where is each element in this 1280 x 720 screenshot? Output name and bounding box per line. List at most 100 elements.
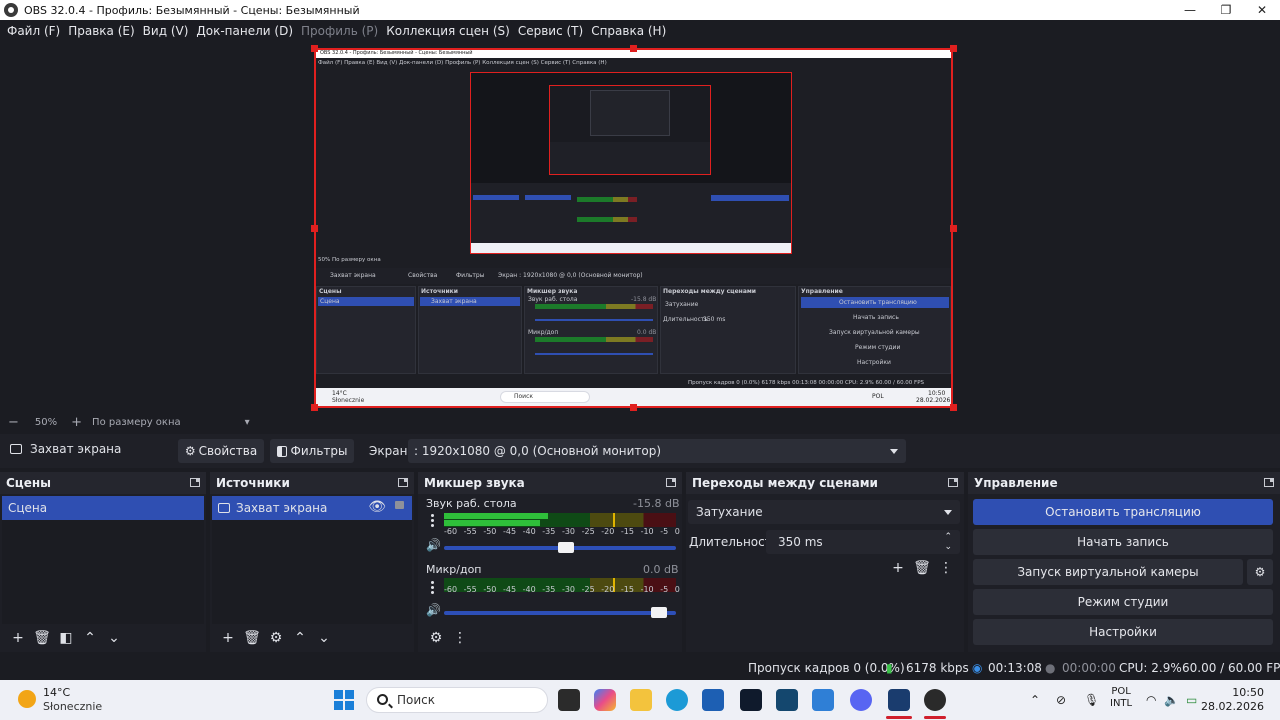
microphone-icon[interactable]: 🎙 — [1084, 693, 1099, 707]
dropbox-icon[interactable] — [740, 689, 762, 711]
undock-icon[interactable] — [398, 478, 408, 487]
zoom-out-button[interactable]: − — [8, 415, 19, 430]
duration-field[interactable]: 350 ms ⌃ ⌄ — [766, 530, 960, 554]
filters-button[interactable]: Фильтры — [270, 439, 354, 463]
channel-2-menu-icon[interactable] — [431, 581, 435, 594]
battery-icon[interactable]: ▭ — [1186, 693, 1197, 707]
dev-tool-icon[interactable] — [812, 689, 834, 711]
weather-condition[interactable]: Słonecznie — [43, 700, 102, 713]
mic-off-icon[interactable]: ⊘ — [1056, 693, 1066, 707]
menu-docks[interactable]: Док-панели (D) — [192, 24, 297, 38]
resize-handle-b[interactable] — [630, 404, 637, 411]
resize-handle-bl[interactable] — [311, 404, 318, 411]
volume-icon[interactable]: 🔈 — [1164, 693, 1179, 707]
taskbar-search[interactable]: Поиск — [366, 687, 548, 713]
start-record-button[interactable]: Начать запись — [973, 529, 1273, 555]
channel-1-volume-knob[interactable] — [558, 542, 575, 553]
screen-select-value: : 1920x1080 @ 0,0 (Основной монитор) — [414, 444, 662, 458]
undock-icon[interactable] — [1264, 478, 1274, 487]
filter-icon — [276, 445, 287, 457]
steam-icon[interactable] — [888, 689, 910, 711]
advanced-audio-icon[interactable]: ⚙ — [424, 628, 448, 648]
channel-1-volume-slider[interactable] — [444, 542, 676, 553]
spin-arrows-icon[interactable]: ⌃ ⌄ — [944, 532, 952, 552]
add-source-icon[interactable]: + — [216, 628, 240, 648]
source-item[interactable]: Захват экрана 👁 — [212, 496, 412, 520]
file-explorer-icon[interactable] — [630, 689, 652, 711]
undock-icon[interactable] — [190, 478, 200, 487]
properties-button[interactable]: ⚙ Свойства — [178, 439, 264, 463]
channel-2-volume-knob[interactable] — [651, 607, 668, 618]
scene-item[interactable]: Сцена — [2, 496, 204, 520]
add-scene-icon[interactable]: + — [6, 628, 30, 648]
weather-temp[interactable]: 14°C — [43, 686, 70, 699]
move-down-icon[interactable]: ⌄ — [102, 628, 126, 648]
resize-handle-t[interactable] — [630, 45, 637, 52]
eye-icon[interactable]: 👁 — [368, 499, 386, 515]
resize-handle-br[interactable] — [950, 404, 957, 411]
remove-transition-icon[interactable]: 🗑 — [910, 558, 934, 578]
mixer-menu-icon[interactable]: ⋮ — [448, 628, 472, 648]
transitions-title: Переходы между сценами — [692, 476, 878, 490]
remove-scene-icon[interactable]: 🗑 — [30, 628, 54, 648]
obs-taskbar-icon[interactable] — [924, 689, 946, 711]
remove-source-icon[interactable]: 🗑 — [240, 628, 264, 648]
sun-icon[interactable] — [18, 690, 36, 708]
zoom-in-button[interactable]: + — [71, 415, 82, 430]
tray-overflow-icon[interactable]: ⌃ — [1030, 693, 1040, 707]
preview-area[interactable]: OBS 32.0.4 - Профиль: Безымянный - Сцены… — [0, 42, 1280, 412]
menu-scene-collection[interactable]: Коллекция сцен (S) — [382, 24, 514, 38]
window-controls: — ❐ ✕ — [1172, 0, 1280, 20]
source-settings-icon[interactable]: ⚙ — [264, 628, 288, 648]
lock-icon[interactable] — [395, 501, 404, 509]
speaker-icon[interactable]: 🔊 — [426, 603, 441, 617]
resize-handle-r[interactable] — [950, 225, 957, 232]
add-transition-icon[interactable]: + — [886, 558, 910, 578]
move-up-icon[interactable]: ⌃ — [288, 628, 312, 648]
editor-icon[interactable] — [776, 689, 798, 711]
edge-icon[interactable] — [666, 689, 688, 711]
stop-stream-button[interactable]: Остановить трансляцию — [973, 499, 1273, 525]
move-up-icon[interactable]: ⌃ — [78, 628, 102, 648]
undock-icon[interactable] — [666, 478, 676, 487]
discord-icon[interactable] — [850, 689, 872, 711]
mini-date: 28.02.2026 — [916, 397, 951, 404]
virtual-camera-settings-button[interactable]: ⚙ — [1247, 559, 1273, 585]
channel-1-menu-icon[interactable] — [431, 514, 435, 527]
zoom-mode-dropdown-icon[interactable]: ▾ — [245, 417, 250, 428]
menu-help[interactable]: Справка (H) — [587, 24, 670, 38]
windows-start-icon[interactable] — [334, 690, 354, 710]
mini-cond: Słonecznie — [332, 397, 365, 404]
menu-view[interactable]: Вид (V) — [139, 24, 193, 38]
scene-filters-icon[interactable]: ◧ — [54, 628, 78, 648]
preview-canvas[interactable]: OBS 32.0.4 - Профиль: Безымянный - Сцены… — [314, 48, 953, 408]
copilot-icon[interactable] — [594, 689, 616, 711]
settings-button[interactable]: Настройки — [973, 619, 1273, 645]
minimize-button[interactable]: — — [1172, 0, 1208, 20]
maximize-button[interactable]: ❐ — [1208, 0, 1244, 20]
menu-edit[interactable]: Правка (E) — [64, 24, 138, 38]
zoom-mode[interactable]: По размеру окна — [92, 417, 181, 428]
store-icon[interactable] — [702, 689, 724, 711]
resize-handle-tr[interactable] — [950, 45, 957, 52]
move-down-icon[interactable]: ⌄ — [312, 628, 336, 648]
close-button[interactable]: ✕ — [1244, 0, 1280, 20]
system-clock[interactable]: 10:50 28.02.2026 — [1201, 686, 1264, 714]
resize-handle-tl[interactable] — [311, 45, 318, 52]
menu-tools[interactable]: Сервис (T) — [514, 24, 587, 38]
input-language[interactable]: POL INTL — [1110, 686, 1132, 710]
menu-file[interactable]: Файл (F) — [3, 24, 64, 38]
studio-mode-button[interactable]: Режим студии — [973, 589, 1273, 615]
transition-type-select[interactable]: Затухание — [688, 500, 960, 524]
screen-select[interactable]: : 1920x1080 @ 0,0 (Основной монитор) — [408, 439, 906, 463]
transition-menu-icon[interactable]: ⋮ — [934, 558, 958, 578]
wifi-icon[interactable]: ◠ — [1146, 693, 1156, 707]
channel-2-volume-slider[interactable] — [444, 607, 676, 618]
mini-dur: Длительность — [663, 316, 708, 323]
task-view-icon[interactable] — [558, 689, 580, 711]
virtual-camera-button[interactable]: Запуск виртуальной камеры — [973, 559, 1243, 585]
menu-profile[interactable]: Профиль (P) — [297, 24, 382, 38]
speaker-icon[interactable]: 🔊 — [426, 538, 441, 552]
undock-icon[interactable] — [948, 478, 958, 487]
resize-handle-l[interactable] — [311, 225, 318, 232]
